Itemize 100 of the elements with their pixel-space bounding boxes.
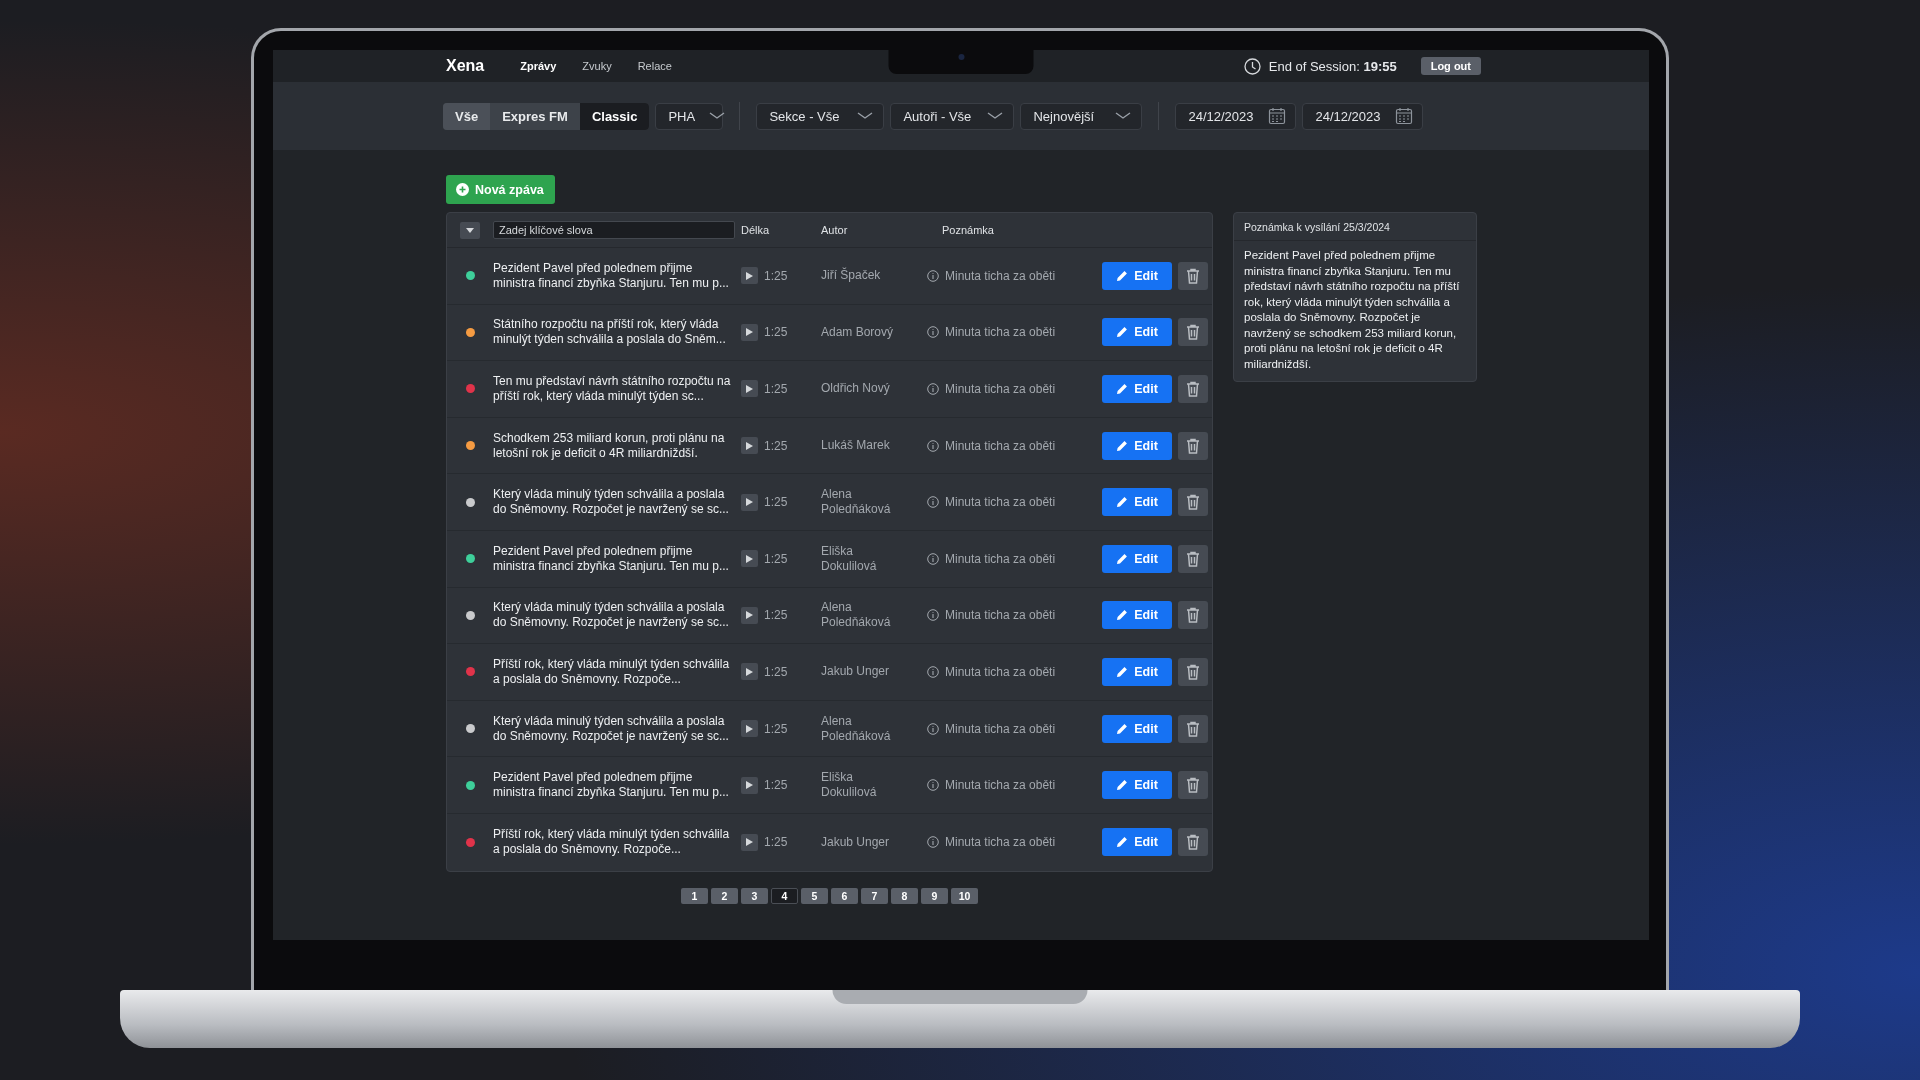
info-icon (927, 439, 939, 452)
note-panel-title: Poznámka k vysílání 25/3/2024 (1234, 213, 1476, 241)
delete-button[interactable] (1178, 544, 1208, 573)
nav-link[interactable]: Relace (637, 60, 672, 72)
play-button[interactable] (741, 437, 758, 455)
edit-button[interactable]: Edit (1102, 431, 1172, 460)
edit-button[interactable]: Edit (1102, 318, 1172, 347)
message-text: Pezident Pavel před polednem přijme ministra financí zbyňka Stanjuru. Ten mu p... (493, 260, 730, 291)
station-tab[interactable]: Classic (579, 102, 650, 130)
play-button[interactable] (741, 663, 758, 681)
edit-button[interactable]: Edit (1102, 544, 1172, 573)
nav-link[interactable]: Zprávy (520, 60, 557, 72)
edit-button[interactable]: Edit (1102, 488, 1172, 517)
filter-dropdown[interactable]: Nejnovější (1020, 102, 1143, 130)
edit-button[interactable]: Edit (1102, 771, 1172, 800)
info-icon (927, 836, 939, 849)
author-name: Alena Poledňáková (821, 713, 892, 744)
page-button[interactable]: 2 (711, 887, 738, 904)
delete-button[interactable] (1178, 488, 1208, 517)
date-field[interactable]: 24/12/2023 (1302, 102, 1424, 130)
info-icon (927, 722, 939, 735)
delete-button[interactable] (1178, 657, 1208, 686)
station-tab[interactable]: Expres FM (490, 102, 580, 130)
play-button[interactable] (741, 323, 758, 341)
delete-button[interactable] (1178, 431, 1208, 460)
trash-icon (1186, 550, 1200, 567)
trash-icon (1186, 834, 1200, 851)
edit-button[interactable]: Edit (1102, 375, 1172, 403)
play-button[interactable] (741, 833, 758, 851)
edit-button[interactable]: Edit (1102, 601, 1172, 630)
delete-button[interactable] (1178, 261, 1208, 290)
trash-icon (1186, 267, 1200, 284)
page-button[interactable]: 1 (681, 887, 708, 904)
delete-button[interactable] (1178, 375, 1208, 403)
keyword-search-field[interactable]: Zadej klíčové slova (493, 221, 735, 239)
note-text: Minuta ticha za oběti (945, 382, 1056, 396)
page-button[interactable]: 7 (861, 887, 888, 904)
play-button[interactable] (741, 493, 758, 511)
pencil-icon (1116, 609, 1129, 622)
date-field[interactable]: 24/12/2023 (1175, 102, 1297, 130)
region-dropdown[interactable]: PHA (655, 102, 724, 130)
play-button[interactable] (741, 720, 758, 738)
filter-dropdown[interactable]: Sekce - Vše (756, 102, 885, 130)
page-button[interactable]: 5 (801, 887, 828, 904)
calendar-icon (1394, 107, 1413, 125)
page-button[interactable]: 3 (741, 887, 768, 904)
message-text: Příští rok, který vláda minulýt týden schválila a poslala do Sněmovny. Rozpoče... (493, 656, 731, 687)
delete-button[interactable] (1178, 714, 1208, 743)
logout-button[interactable]: Log out (1420, 57, 1481, 75)
play-button[interactable] (741, 550, 758, 568)
delete-button[interactable] (1178, 828, 1208, 857)
page-button[interactable]: 6 (831, 887, 858, 904)
play-button[interactable] (741, 776, 758, 794)
edit-button[interactable]: Edit (1102, 657, 1172, 686)
author-name: Alena Poledňáková (821, 600, 892, 631)
app-logo: Xena (446, 57, 485, 75)
delete-button[interactable] (1178, 771, 1208, 800)
delete-button[interactable] (1178, 318, 1208, 347)
duration-text: 1:25 (764, 664, 788, 679)
play-icon (746, 441, 753, 450)
clock-icon (1243, 57, 1261, 75)
author-name: Jiří Špaček (821, 268, 882, 284)
note-text: Minuta ticha za oběti (945, 551, 1056, 566)
edit-button[interactable]: Edit (1102, 261, 1172, 290)
chevron-down-icon (987, 112, 1004, 120)
info-icon (927, 665, 939, 678)
play-button[interactable] (741, 380, 758, 398)
page-button[interactable]: 9 (921, 887, 948, 904)
play-icon (746, 781, 753, 790)
author-name: Alena Poledňáková (821, 487, 892, 518)
station-tab[interactable]: Vše (443, 102, 491, 130)
note-text: Minuta ticha za oběti (945, 438, 1056, 453)
play-icon (746, 667, 753, 676)
page-button[interactable]: 8 (891, 887, 918, 904)
edit-button[interactable]: Edit (1102, 828, 1172, 857)
chevron-down-icon (709, 112, 726, 120)
note-text: Minuta ticha za oběti (945, 664, 1056, 679)
edit-button[interactable]: Edit (1102, 714, 1172, 743)
play-icon (746, 385, 753, 393)
play-icon (746, 328, 753, 337)
author-name: Lukáš Marek (821, 438, 891, 454)
pencil-icon (1116, 665, 1129, 678)
trash-icon (1186, 777, 1200, 794)
info-icon (927, 269, 939, 282)
duration-text: 1:25 (764, 325, 788, 340)
column-header: Poznámka (941, 224, 995, 236)
author-name: Oldřich Nový (821, 381, 891, 397)
filter-dropdown[interactable]: Autoři - Vše (890, 102, 1015, 130)
play-icon (746, 724, 753, 733)
dropdown-toggle-button[interactable] (460, 221, 480, 239)
duration-text: 1:25 (764, 382, 788, 396)
play-button[interactable] (741, 606, 758, 624)
page-button[interactable]: 4 (771, 887, 798, 904)
delete-button[interactable] (1178, 601, 1208, 630)
page-button[interactable]: 10 (951, 887, 978, 904)
note-text: Minuta ticha za oběti (945, 835, 1056, 850)
nav-link[interactable]: Zvuky (582, 60, 612, 72)
pencil-icon (1116, 439, 1129, 452)
play-icon (746, 611, 753, 620)
play-button[interactable] (741, 267, 758, 285)
